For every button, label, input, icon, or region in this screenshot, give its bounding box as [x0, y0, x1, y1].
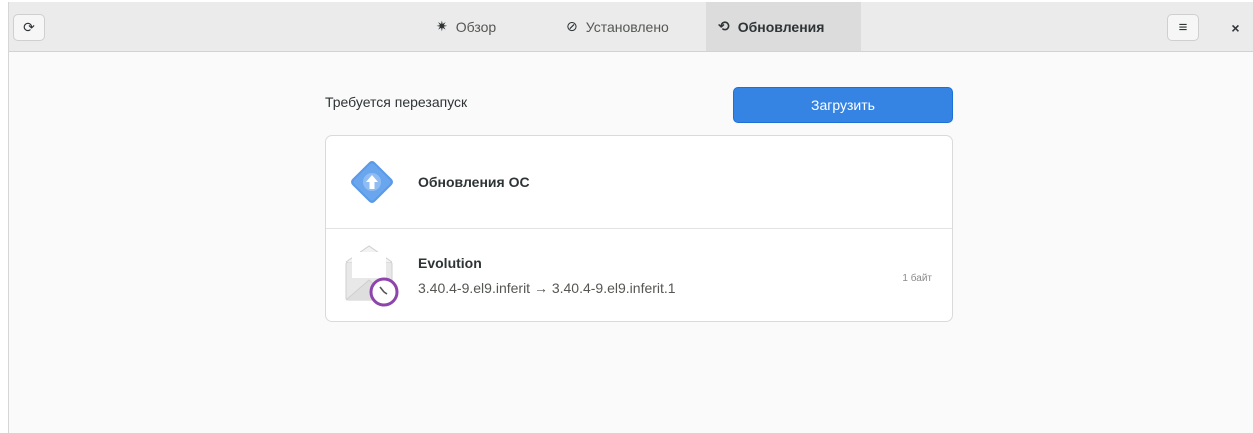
close-button[interactable]: × [1222, 14, 1249, 41]
tab-updates[interactable]: ⟲ Обновления [706, 2, 861, 51]
update-version: 3.40.4-9.el9.inferit → 3.40.4-9.el9.infe… [418, 280, 676, 296]
os-update-icon [351, 161, 393, 203]
headerbar: ⟳ ✷ Обзор ⊘ Установлено ⟲ Обновления ≡ × [9, 2, 1253, 52]
section-title: Требуется перезапуск [325, 94, 468, 110]
close-icon: × [1231, 19, 1240, 36]
tab-label: Обновления [737, 18, 825, 35]
menu-button[interactable]: ≡ [1167, 14, 1199, 41]
list-item-os-updates[interactable]: Обновления ОС [326, 136, 952, 229]
download-button[interactable]: Загрузить [733, 87, 953, 123]
evolution-icon [345, 245, 399, 307]
installed-icon: ⊘ [566, 18, 578, 34]
hamburger-icon: ≡ [1178, 19, 1188, 36]
refresh-icon: ⟳ [23, 19, 35, 35]
tab-installed[interactable]: ⊘ Установлено [550, 2, 706, 51]
updates-list: Обновления ОС Evolution 3.40.4-9.el9.inf… [325, 135, 953, 322]
updates-icon: ⟲ [718, 18, 730, 34]
update-size: 1 байт [902, 273, 932, 284]
tab-label: Установлено [585, 18, 669, 35]
list-item-evolution[interactable]: Evolution 3.40.4-9.el9.inferit → 3.40.4-… [326, 229, 952, 321]
app-window: ⟳ ✷ Обзор ⊘ Установлено ⟲ Обновления ≡ ×… [8, 2, 1253, 433]
tab-label: Обзор [455, 18, 497, 35]
update-name: Обновления ОС [418, 174, 530, 190]
view-switcher: ✷ Обзор ⊘ Установлено ⟲ Обновления [420, 2, 861, 51]
tab-explore[interactable]: ✷ Обзор [420, 2, 550, 51]
explore-icon: ✷ [436, 18, 448, 34]
update-name: Evolution [418, 255, 482, 271]
refresh-button[interactable]: ⟳ [13, 14, 45, 41]
